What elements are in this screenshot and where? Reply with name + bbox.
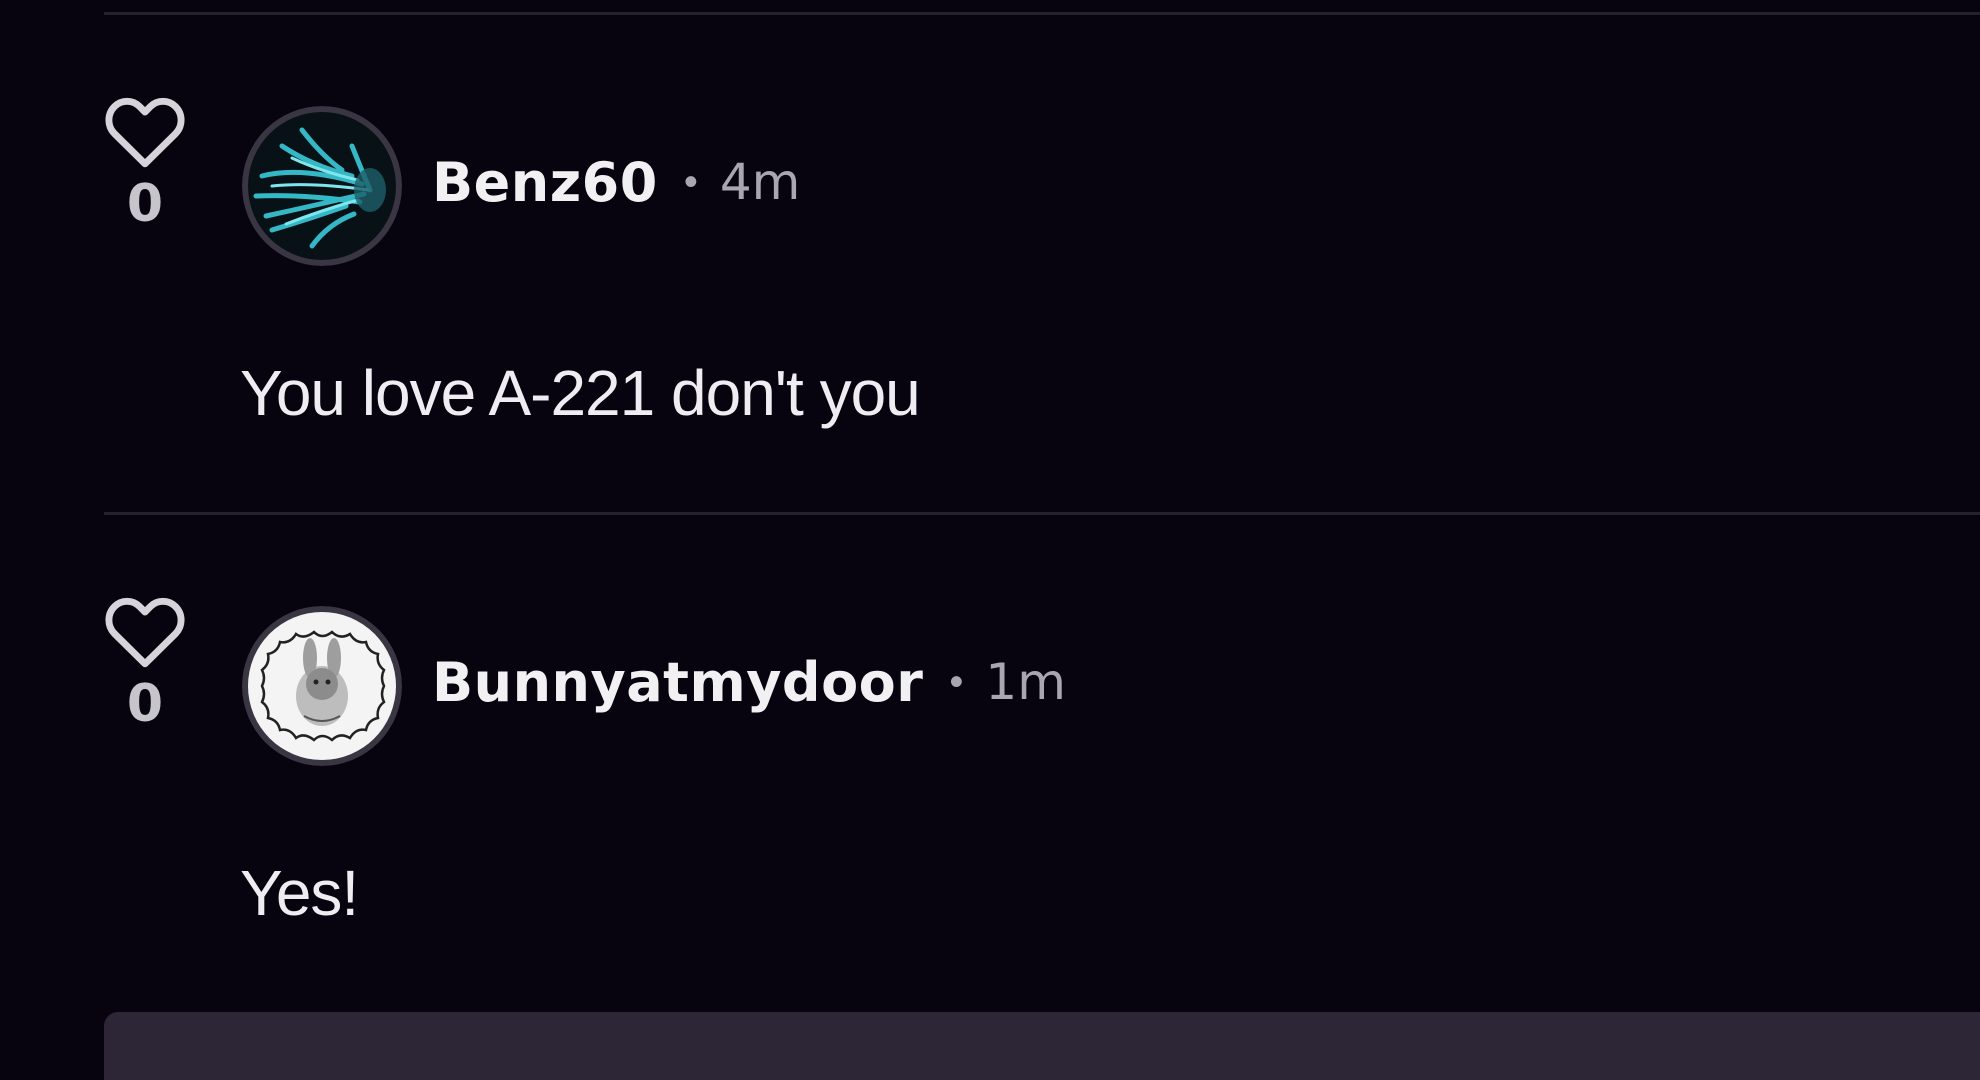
divider [104, 12, 1980, 15]
like-count: 0 [126, 674, 164, 734]
comment-meta: Benz60 • 4m [432, 142, 800, 222]
like-column: 0 [100, 590, 190, 734]
username[interactable]: Benz60 [432, 151, 658, 214]
divider [104, 512, 1980, 515]
reply-input-box[interactable] [104, 1012, 1980, 1080]
timestamp: 1m [985, 653, 1066, 711]
separator-dot: • [683, 159, 698, 204]
heart-icon[interactable] [100, 90, 190, 172]
comment-meta: Bunnyatmydoor • 1m [432, 642, 1066, 722]
bunny-sketch-avatar-icon [242, 606, 402, 766]
user-avatar[interactable] [242, 606, 402, 766]
comment-text: Yes! [240, 857, 359, 929]
separator-dot: • [949, 659, 964, 704]
comments-thread: 0 Benz60 • 4m You love A-221 don't you 0… [0, 0, 1980, 1080]
timestamp: 4m [719, 153, 801, 211]
user-avatar[interactable] [242, 106, 402, 266]
like-column: 0 [100, 90, 190, 234]
comment-text: You love A-221 don't you [240, 357, 921, 429]
heart-icon[interactable] [100, 590, 190, 672]
username[interactable]: Bunnyatmydoor [432, 651, 923, 714]
like-count: 0 [126, 174, 164, 234]
teal-abstract-avatar-icon [242, 106, 402, 266]
